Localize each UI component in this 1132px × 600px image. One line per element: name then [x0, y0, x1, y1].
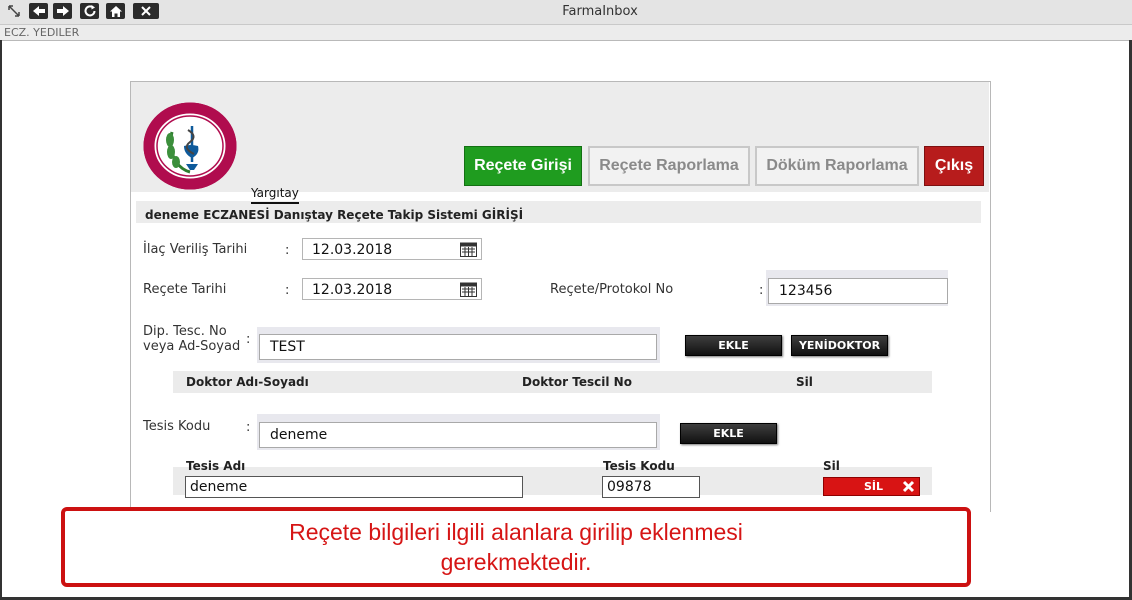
sub-bar: ECZ. YEDILER: [0, 25, 1132, 41]
doktor-label-line2: veya Ad-Soyad: [143, 339, 241, 354]
recete-tarihi-label: Reçete Tarihi: [143, 282, 227, 297]
yargitay-underline: [251, 202, 299, 204]
colon: :: [246, 420, 251, 435]
doctor-add-button[interactable]: EKLE: [685, 335, 782, 356]
colon: :: [285, 283, 290, 298]
recete-tarihi-input[interactable]: 12.03.2018: [302, 278, 482, 300]
window-title: FarmaInbox: [562, 4, 638, 19]
tesis-name-cell[interactable]: deneme: [185, 476, 523, 498]
colon: :: [285, 243, 290, 258]
colon: :: [246, 332, 251, 347]
yargitay-tab[interactable]: Yargıtay: [251, 186, 299, 200]
tesis-add-button[interactable]: EKLE: [680, 423, 777, 444]
tesis-kodu-label: Tesis Kodu: [143, 419, 211, 434]
tesis-name-column: Tesis Adı: [186, 459, 246, 473]
teb-logo: [142, 102, 238, 190]
recete-protokol-no-input[interactable]: 123456: [768, 278, 948, 304]
doctor-name-column: Doktor Adı-Soyadı: [186, 375, 309, 389]
new-doctor-button[interactable]: YENİDOKTOR: [791, 335, 888, 356]
tesis-input[interactable]: deneme: [259, 422, 657, 448]
calendar-icon[interactable]: [460, 281, 477, 297]
tesis-code-cell[interactable]: 09878: [602, 476, 700, 498]
frame-left: [0, 40, 2, 600]
tesis-delete-button[interactable]: SİL: [823, 477, 920, 496]
recete-protokol-no-label: Reçete/Protokol No: [550, 282, 674, 297]
delete-x-icon: [902, 480, 915, 496]
instruction-callout: Reçete bilgileri ilgili alanlara girilip…: [61, 507, 971, 587]
recete-raporlama-button[interactable]: Reçete Raporlama: [588, 146, 750, 186]
ilac-verilis-tarihi-input[interactable]: 12.03.2018: [302, 238, 482, 260]
tesis-delete-column: Sil: [823, 459, 840, 473]
recete-girisi-button[interactable]: Reçete Girişi: [464, 146, 582, 186]
info-bar-text: deneme ECZANESİ Danıştay Reçete Takip Si…: [145, 208, 524, 222]
colon: :: [759, 283, 764, 298]
doctor-input[interactable]: TEST: [259, 334, 657, 360]
tesis-code-column: Tesis Kodu: [603, 459, 675, 473]
instruction-callout-text: Reçete bilgileri ilgili alanlara girilip…: [289, 519, 743, 575]
doctor-delete-column: Sil: [796, 375, 813, 389]
calendar-icon[interactable]: [460, 241, 477, 257]
ilac-verilis-tarihi-label: İlaç Veriliş Tarihi: [143, 242, 248, 257]
dokum-raporlama-button[interactable]: Döküm Raporlama: [755, 146, 919, 186]
doctor-registry-column: Doktor Tescil No: [522, 375, 632, 389]
doktor-label-line1: Dip. Tesc. No: [143, 324, 227, 339]
cikis-button[interactable]: Çıkış: [924, 146, 984, 186]
delete-label: SİL: [864, 480, 884, 493]
pharmacy-name: ECZ. YEDILER: [4, 26, 80, 39]
